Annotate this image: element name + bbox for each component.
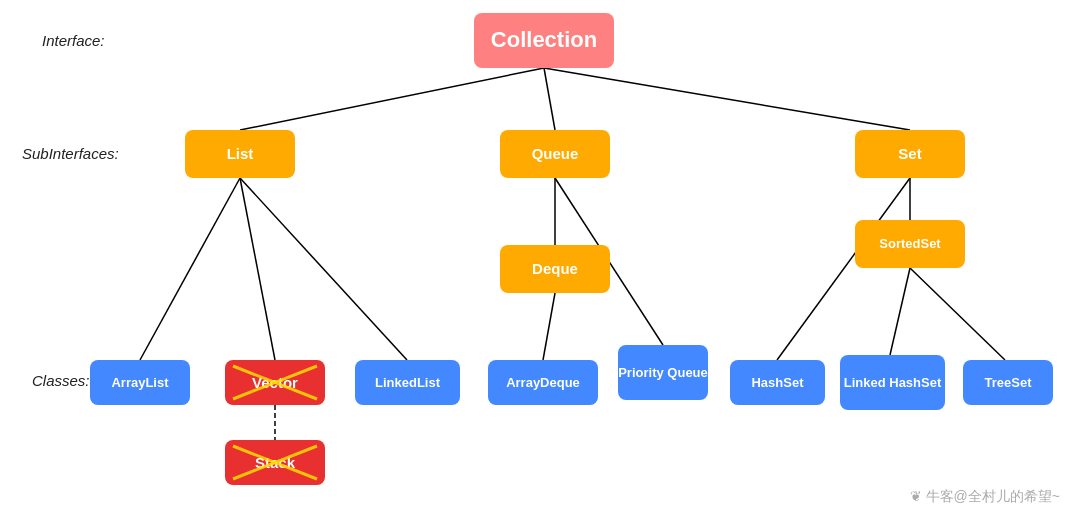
watermark: ❦ 牛客@全村儿的希望~ [910,488,1060,506]
diagram: Interface: SubInterfaces: Classes: [0,0,1080,516]
svg-line-3 [140,178,240,360]
svg-line-12 [910,268,1005,360]
node-treeset: TreeSet [963,360,1053,405]
node-collection: Collection [474,13,614,68]
node-arraylist: ArrayList [90,360,190,405]
node-vector: Vector [225,360,325,405]
label-interface: Interface: [42,32,105,49]
node-hashset: HashSet [730,360,825,405]
svg-line-2 [544,68,910,130]
svg-line-1 [544,68,555,130]
node-sortedset: SortedSet [855,220,965,268]
svg-line-7 [543,293,555,360]
label-subinterfaces: SubInterfaces: [22,145,119,162]
svg-line-4 [240,178,275,360]
node-stack: Stack [225,440,325,485]
label-classes: Classes: [32,372,90,389]
node-queue: Queue [500,130,610,178]
node-set: Set [855,130,965,178]
node-linkedlist: LinkedList [355,360,460,405]
svg-line-5 [240,178,407,360]
svg-line-11 [890,268,910,355]
svg-line-10 [777,178,910,360]
svg-line-0 [240,68,544,130]
node-deque: Deque [500,245,610,293]
node-priorityqueue: Priority Queue [618,345,708,400]
node-arraydeque: ArrayDeque [488,360,598,405]
node-list: List [185,130,295,178]
node-linkedhashset: Linked HashSet [840,355,945,410]
